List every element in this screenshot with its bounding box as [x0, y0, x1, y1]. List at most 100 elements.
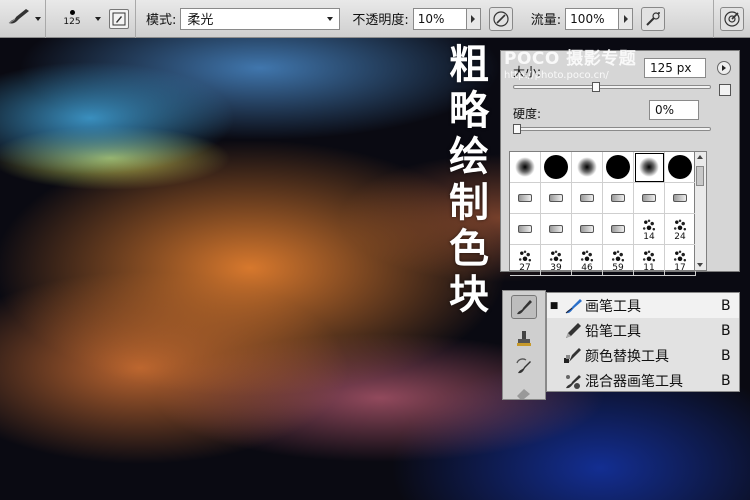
active-marker: ■ — [549, 300, 559, 311]
brush-preset-size: 24 — [674, 232, 686, 242]
flyout-item-pencil[interactable]: 铅笔工具 B — [547, 318, 739, 343]
brush-preset-grid: 14 24 27 39 46 59 11 17 — [509, 151, 696, 276]
brush-preset[interactable] — [603, 183, 634, 214]
watermark-url: http://photo.poco.cn/ — [504, 70, 609, 81]
hardness-value: 0% — [655, 103, 675, 117]
brush-tip-icon — [642, 194, 656, 202]
brush-preset[interactable] — [541, 214, 572, 245]
brush-preset-size: 17 — [674, 263, 686, 273]
size-value: 125 px — [650, 61, 692, 75]
brush-preset[interactable] — [572, 214, 603, 245]
brush-preset[interactable] — [541, 152, 572, 183]
brush-preset-size: 39 — [550, 263, 562, 273]
scroll-down-icon[interactable] — [697, 263, 703, 267]
brush-preset[interactable] — [634, 152, 665, 183]
flyout-item-label: 颜色替换工具 — [585, 348, 669, 365]
size-slider-thumb[interactable] — [592, 82, 601, 92]
brush-preset[interactable] — [572, 152, 603, 183]
scrollbar-thumb[interactable] — [696, 166, 704, 186]
airbrush-button[interactable] — [641, 6, 666, 31]
mode-group: 模式: 柔光 — [136, 0, 346, 38]
brush-soft-icon — [515, 157, 535, 177]
brush-preset[interactable]: 27 — [510, 245, 541, 276]
pressure-opacity-button[interactable] — [488, 6, 513, 31]
brush-preset-picker[interactable]: 125 — [46, 0, 136, 38]
brush-preset[interactable] — [510, 214, 541, 245]
options-bar: 125 模式: 柔光 不透明度: 10% 流量: 100% — [0, 0, 750, 38]
brush-preset[interactable]: 39 — [541, 245, 572, 276]
flow-label: 流量: — [530, 13, 562, 28]
hardness-field[interactable]: 0% — [649, 100, 699, 120]
brush-preset[interactable]: 14 — [634, 214, 665, 245]
flow-field[interactable]: 100% — [565, 7, 620, 30]
size-field[interactable]: 125 px — [644, 58, 706, 78]
new-preset-button[interactable] — [719, 84, 731, 96]
flow-slider-button[interactable] — [619, 7, 634, 30]
brush-preset[interactable]: 46 — [572, 245, 603, 276]
brush-preset-picker-panel: 大小: 125 px 硬度: 0% 14 24 27 39 46 59 11 17 — [500, 50, 740, 276]
brush-dot-icon — [69, 10, 75, 15]
brush-preset[interactable] — [572, 183, 603, 214]
brush-tip-icon — [549, 225, 563, 233]
flow-value: 100% — [570, 11, 605, 26]
hardness-slider-thumb[interactable] — [513, 124, 521, 134]
panel-menu-button[interactable] — [717, 61, 731, 75]
toolbox-eraser-button[interactable] — [511, 381, 537, 405]
toolbox-brush-button[interactable] — [511, 295, 537, 319]
hardness-label: 硬度: — [513, 107, 542, 121]
brush-splat-icon — [672, 217, 688, 232]
title-char: 块 — [449, 272, 489, 318]
flyout-item-brush[interactable]: ■ 画笔工具 B — [547, 293, 739, 318]
brush-preset-size: 11 — [643, 263, 655, 273]
toolbox-history-brush-button[interactable] — [511, 355, 537, 379]
shortcut-key: B — [721, 322, 731, 339]
pen-pressure-icon — [493, 10, 509, 27]
brush-preset[interactable]: 24 — [665, 214, 696, 245]
brush-splat-icon — [672, 248, 688, 263]
brush-tip-icon — [673, 194, 687, 202]
brush-preset[interactable] — [634, 183, 665, 214]
brush-preview[interactable]: 125 — [52, 1, 92, 37]
flyout-item-color-replacement[interactable]: 颜色替换工具 B — [547, 343, 739, 368]
brush-preset[interactable]: 59 — [603, 245, 634, 276]
brush-preset[interactable] — [603, 214, 634, 245]
chevron-down-icon[interactable] — [35, 16, 41, 21]
triangle-right-icon — [471, 14, 476, 23]
tool-preset-picker[interactable] — [0, 0, 46, 38]
brush-preset[interactable] — [541, 183, 572, 214]
brush-tip-icon — [580, 194, 594, 202]
triangle-right-icon — [623, 14, 628, 23]
brush-tool-flyout-menu: ■ 画笔工具 B 铅笔工具 B 颜色替换工具 B 混合器画笔工具 B — [546, 292, 740, 392]
title-char: 制 — [449, 180, 489, 226]
opacity-field[interactable]: 10% — [412, 7, 467, 30]
toolbox-stamp-button[interactable] — [511, 327, 537, 351]
opacity-slider-button[interactable] — [466, 7, 481, 30]
brush-hard-icon — [544, 155, 568, 179]
flyout-item-label: 画笔工具 — [585, 298, 641, 315]
mixer-brush-icon — [561, 371, 585, 391]
opacity-label: 不透明度: — [352, 13, 409, 28]
brush-preset[interactable]: 11 — [634, 245, 665, 276]
mode-select[interactable]: 柔光 — [180, 7, 341, 30]
brush-preset[interactable] — [665, 152, 696, 183]
hardness-slider-track[interactable] — [513, 127, 711, 131]
brush-splat-icon — [641, 217, 657, 232]
chevron-down-icon[interactable] — [95, 16, 101, 21]
brush-splat-icon — [579, 248, 595, 263]
toolbox-strip — [502, 290, 546, 400]
watermark-title: POCO 摄影专题 — [504, 49, 637, 69]
brush-preset[interactable] — [510, 183, 541, 214]
flyout-item-mixer-brush[interactable]: 混合器画笔工具 B — [547, 368, 739, 393]
brush-preset[interactable]: 17 — [665, 245, 696, 276]
brush-preset[interactable] — [603, 152, 634, 183]
preset-scrollbar[interactable] — [695, 151, 707, 271]
size-slider-track[interactable] — [513, 85, 711, 89]
eraser-icon — [517, 389, 530, 399]
brush-preset[interactable] — [510, 152, 541, 183]
brush-preset-size: 59 — [612, 263, 624, 273]
pressure-size-button[interactable] — [720, 6, 744, 31]
scroll-up-icon[interactable] — [697, 155, 703, 159]
opacity-group: 不透明度: 10% — [346, 0, 518, 38]
brush-panel-toggle-button[interactable] — [109, 8, 129, 29]
brush-preset[interactable] — [665, 183, 696, 214]
